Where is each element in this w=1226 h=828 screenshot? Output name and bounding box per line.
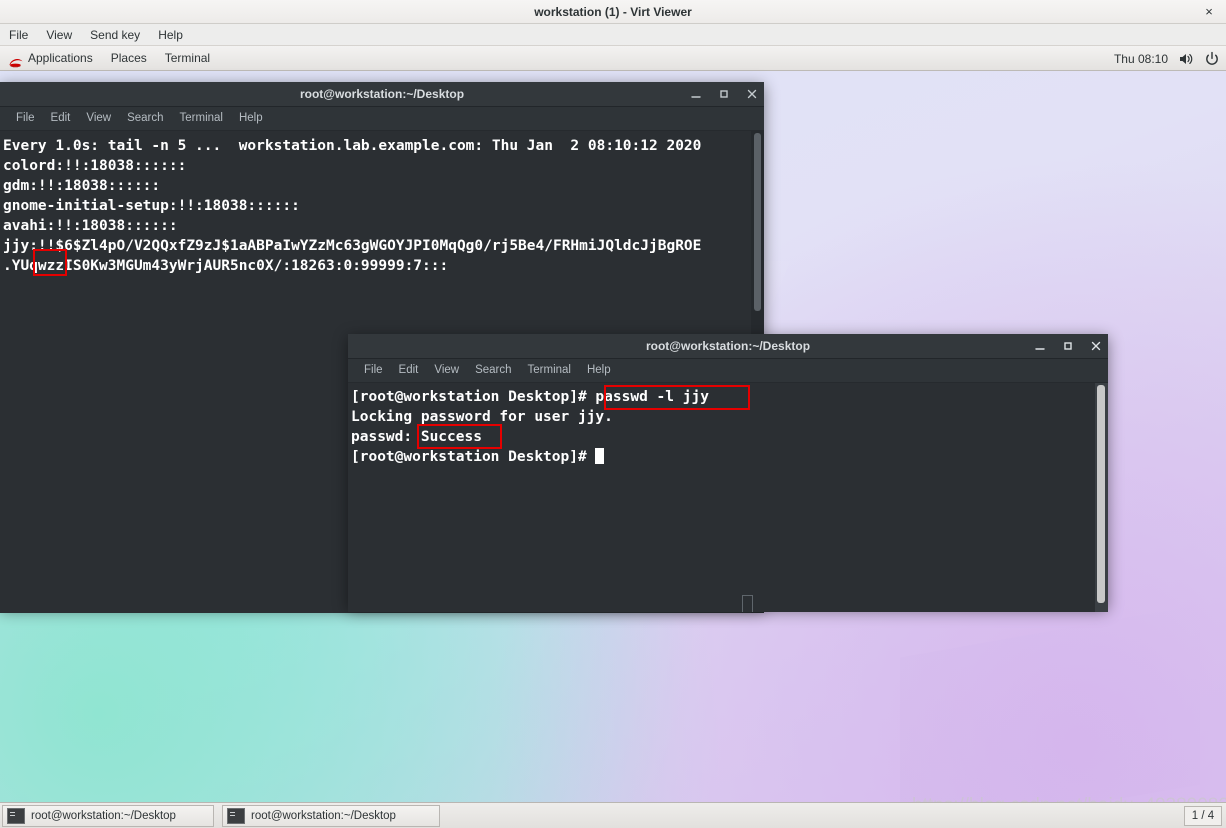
terminal2-line: [root@workstation Desktop]# xyxy=(348,447,1108,467)
terminal1-menu-help[interactable]: Help xyxy=(231,107,271,130)
terminal2-body[interactable]: [root@workstation Desktop]# passwd -l jj… xyxy=(348,383,1108,612)
gnome-panel-right: Thu 08:10 xyxy=(1114,46,1220,71)
applications-label: Applications xyxy=(28,51,93,65)
terminal2-line: Locking password for user jjy. xyxy=(351,409,613,425)
terminal2-menu-file[interactable]: File xyxy=(356,359,391,382)
applications-menu[interactable]: Applications xyxy=(0,46,102,71)
menu-file[interactable]: File xyxy=(0,24,37,46)
panel-clock[interactable]: Thu 08:10 xyxy=(1114,52,1168,66)
virt-viewer-app: workstation (1) - Virt Viewer × File Vie… xyxy=(0,0,1226,828)
minimize-icon[interactable] xyxy=(1032,338,1048,354)
terminal1-titlebar[interactable]: root@workstation:~/Desktop xyxy=(0,82,764,107)
window-title: workstation (1) - Virt Viewer xyxy=(534,5,692,19)
terminal2-titlebar[interactable]: root@workstation:~/Desktop xyxy=(348,334,1108,359)
taskbar-item-label: root@workstation:~/Desktop xyxy=(31,810,176,822)
maximize-icon[interactable] xyxy=(716,86,732,102)
places-menu[interactable]: Places xyxy=(102,46,156,71)
virt-viewer-menubar: File View Send key Help xyxy=(0,24,1226,46)
terminal1-title: root@workstation:~/Desktop xyxy=(299,87,465,101)
gnome-panel-left: Applications Places Terminal xyxy=(0,46,219,71)
terminal2-title: root@workstation:~/Desktop xyxy=(645,339,811,353)
taskbar-item-label: root@workstation:~/Desktop xyxy=(251,810,396,822)
text-cursor xyxy=(595,448,605,464)
close-icon[interactable] xyxy=(1088,338,1104,354)
terminal1-menu-search[interactable]: Search xyxy=(119,107,171,130)
terminal1-line: jjy:!!$6$Zl4pO/V2QQxfZ9zJ$1aABPaIwYZzMc6… xyxy=(3,238,702,254)
workspace-indicator[interactable]: 1 / 4 xyxy=(1184,806,1222,826)
terminal1-line: gnome-initial-setup:!!:18038:::::: xyxy=(3,198,300,214)
fedora-logo-icon xyxy=(9,53,23,67)
volume-icon[interactable] xyxy=(1178,51,1194,67)
menu-help[interactable]: Help xyxy=(149,24,192,46)
terminal2-menu-edit[interactable]: Edit xyxy=(391,359,427,382)
terminal-menu[interactable]: Terminal xyxy=(156,46,219,71)
terminal1-line: gdm:!!:18038:::::: xyxy=(3,178,161,194)
gnome-top-panel: Applications Places Terminal Thu 08:10 xyxy=(0,46,1226,71)
terminal1-window-buttons xyxy=(688,82,760,106)
menu-send-key[interactable]: Send key xyxy=(81,24,149,46)
terminal1-menu-file[interactable]: File xyxy=(8,107,43,130)
terminal1-line: avahi:!!:18038:::::: xyxy=(3,218,178,234)
terminal2-prompt: [root@workstation Desktop]# xyxy=(351,449,596,465)
terminal2-line: [root@workstation Desktop]# passwd -l jj… xyxy=(351,389,709,405)
terminal2-menubar: File Edit View Search Terminal Help xyxy=(348,359,1108,383)
terminal1-menu-view[interactable]: View xyxy=(78,107,119,130)
close-icon[interactable] xyxy=(744,86,760,102)
minimize-icon[interactable] xyxy=(688,86,704,102)
taskbar-item-terminal-1[interactable]: root@workstation:~/Desktop xyxy=(2,805,214,827)
taskbar-item-terminal-2[interactable]: root@workstation:~/Desktop xyxy=(222,805,440,827)
terminal1-menubar: File Edit View Search Terminal Help xyxy=(0,107,764,131)
terminal2-menu-view[interactable]: View xyxy=(426,359,467,382)
virt-viewer-titlebar: workstation (1) - Virt Viewer × xyxy=(0,0,1226,24)
terminal-window-2[interactable]: root@workstation:~/Desktop File Edit Vie… xyxy=(348,334,1108,612)
terminal1-line: colord:!!:18038:::::: xyxy=(3,158,187,174)
terminal2-line: passwd: Success xyxy=(351,429,482,445)
terminal1-menu-terminal[interactable]: Terminal xyxy=(172,107,231,130)
close-icon[interactable]: × xyxy=(1198,0,1220,24)
inactive-cursor xyxy=(742,595,753,612)
terminal2-menu-search[interactable]: Search xyxy=(467,359,519,382)
terminal2-scroll-thumb[interactable] xyxy=(1097,385,1105,603)
power-icon[interactable] xyxy=(1204,51,1220,67)
terminal1-line: .YUqwzzIS0Kw3MGUm43yWrjAUR5nc0X/:18263:0… xyxy=(3,258,449,274)
terminal2-menu-terminal[interactable]: Terminal xyxy=(520,359,579,382)
terminal1-line: Every 1.0s: tail -n 5 ... workstation.la… xyxy=(3,138,702,154)
terminal2-window-buttons xyxy=(1032,334,1104,358)
maximize-icon[interactable] xyxy=(1060,338,1076,354)
terminal2-scrollbar[interactable] xyxy=(1095,383,1108,612)
taskbar: root@workstation:~/Desktop root@workstat… xyxy=(0,802,1226,828)
terminal1-scroll-thumb[interactable] xyxy=(754,133,761,311)
terminal-icon xyxy=(227,808,245,824)
terminal-icon xyxy=(7,808,25,824)
wallpaper-shape xyxy=(900,604,1200,802)
terminal2-menu-help[interactable]: Help xyxy=(579,359,619,382)
menu-view[interactable]: View xyxy=(37,24,81,46)
terminal1-menu-edit[interactable]: Edit xyxy=(43,107,79,130)
